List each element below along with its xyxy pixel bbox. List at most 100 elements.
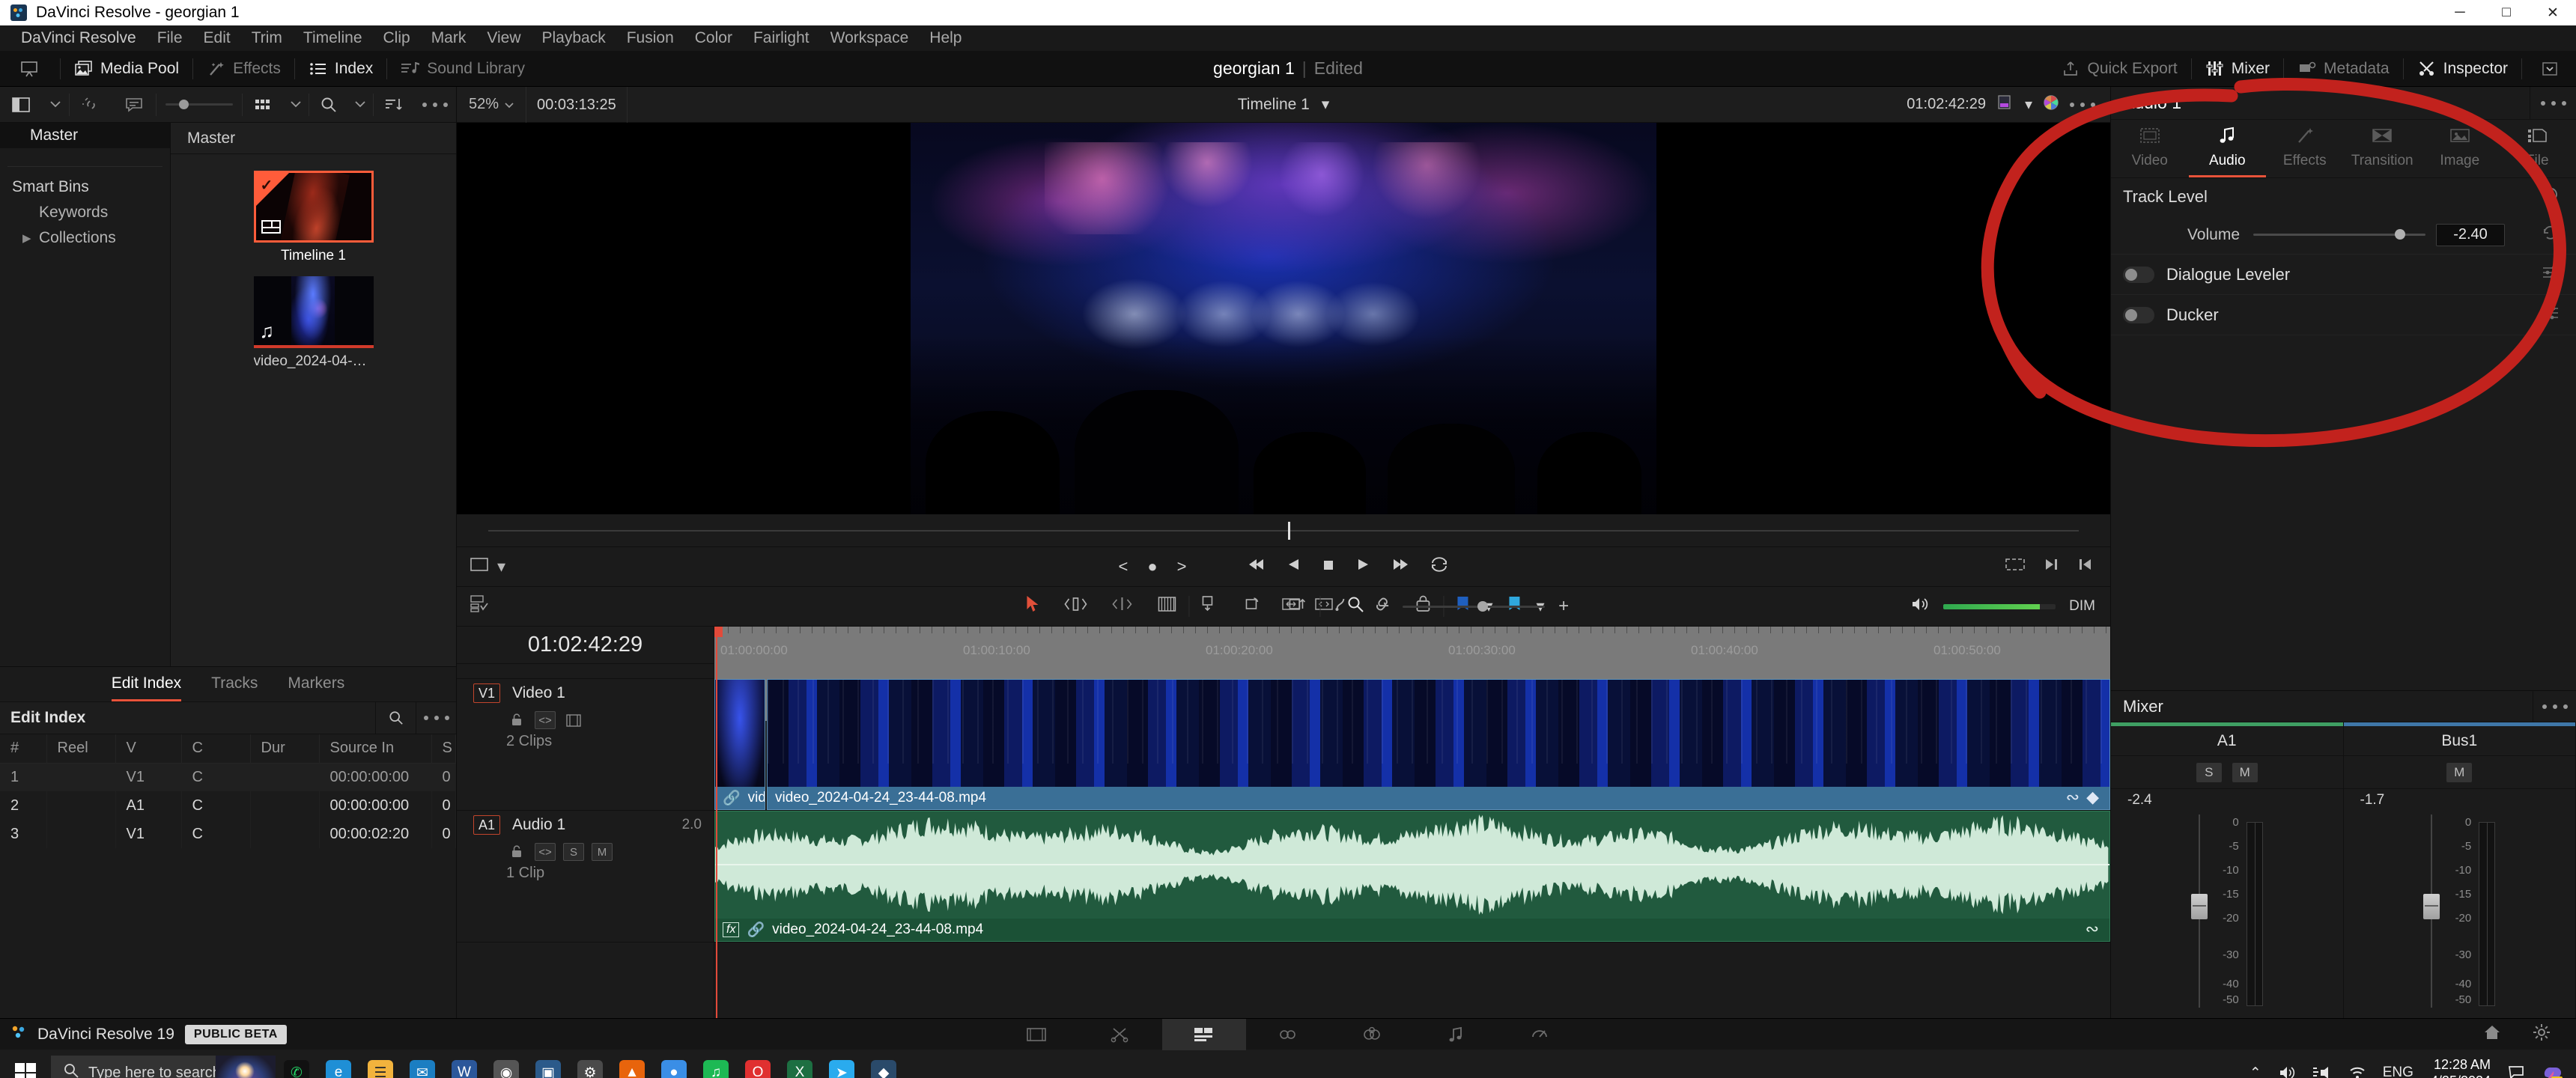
strip-name[interactable]: A1 [2111,726,2343,756]
mute-button[interactable]: M [592,843,613,861]
page-button-edit[interactable] [1162,1018,1246,1050]
taskbar-app-excel[interactable]: X [779,1050,821,1078]
column-header-s[interactable]: S [431,734,456,764]
clip-speed-icon[interactable]: ∾ [2086,919,2099,939]
timeline-ruler[interactable]: 01:00:00:00 01:00:10:00 01:00:20:00 01:0… [714,627,2110,721]
inspector-tab-transition[interactable]: Transition [2344,120,2422,177]
play-reverse-button[interactable] [1286,557,1302,576]
viewer-options-icon[interactable] [2070,102,2095,107]
inspector-tab-effects[interactable]: Effects [2266,120,2344,177]
taskbar-app-spotify[interactable]: ♫ [695,1050,737,1078]
meet-icon[interactable] [2304,1050,2340,1078]
media-pool-options-icon[interactable] [414,87,456,123]
add-keyframe-icon[interactable] [2542,186,2560,208]
scrubber-playhead[interactable] [1288,522,1290,540]
ducker-toggle[interactable] [2123,306,2154,323]
taskbar-app-davinci-resolve[interactable]: ◆ [863,1050,905,1078]
dialogue-leveler-settings-icon[interactable] [2542,264,2560,285]
timeline-clip-audio[interactable]: fx 🔗 video_2024-04-24_23-44-08.mp4 ∾ [714,811,2110,942]
inspector-options-icon[interactable] [2530,87,2576,120]
toolbar-button-sound-library[interactable]: Sound Library [389,51,537,87]
viewer-layout-icon[interactable] [470,557,488,576]
unlink-clips-icon[interactable] [70,87,113,123]
search-chevron-icon[interactable] [348,87,374,123]
track-name-audio-1[interactable]: Audio 1 [512,816,565,834]
stop-button[interactable] [1322,557,1335,576]
column-header-reel[interactable]: Reel [46,734,116,764]
taskbar-app-settings-app[interactable]: ⚙ [569,1050,611,1078]
media-thumbnail-video-clip[interactable]: ♫ video_2024-04-24... [253,276,374,370]
menu-item-edit[interactable]: Edit [193,25,241,51]
column-header-num[interactable]: # [0,734,47,764]
inspector-tab-image[interactable]: Image [2421,120,2499,177]
taskbar-app-mail[interactable]: ✉ [401,1050,443,1078]
column-header-source-in[interactable]: Source In [319,734,432,764]
track-badge-v1[interactable]: V1 [473,683,500,703]
timeline-view-options-icon[interactable] [470,595,490,618]
viewer-layout-chevron-icon[interactable]: ▾ [497,557,505,576]
mixer-strip-a1[interactable]: A1 S M -2.4 0 -5 -10 -15 -20 -30 -40 -50 [2111,722,2344,1018]
toolbar-button-metadata[interactable]: Metadata [2285,51,2402,87]
flag-icon[interactable] [1320,596,1361,617]
taskbar-app-word[interactable]: W [443,1050,485,1078]
toolbar-button-layout-presets[interactable] [2524,51,2576,87]
mark-out-icon[interactable] [2043,557,2059,576]
timeline-playhead[interactable] [714,627,723,1018]
jump-to-end-button[interactable] [1391,557,1410,576]
table-row[interactable]: 2 A1 C 00:00:00:00 0 [0,791,456,820]
toolbar-button-quick-export[interactable]: Quick Export [2049,51,2189,87]
strip-name[interactable]: Bus1 [2343,726,2575,756]
timeline-clip-video-a[interactable]: 🔗 vide... [714,679,765,810]
volume-icon[interactable] [2270,1050,2304,1078]
tab-tracks[interactable]: Tracks [211,667,258,701]
video-enable-icon[interactable] [563,711,584,729]
trim-edit-mode-icon[interactable] [1052,596,1099,617]
solo-button[interactable]: S [563,843,584,861]
wifi-icon[interactable] [2340,1050,2375,1078]
taskbar-app-file-explorer[interactable]: ☰ [359,1050,401,1078]
notification-icon[interactable] [2500,1050,2534,1078]
column-header-v[interactable]: V [115,734,182,764]
tab-edit-index[interactable]: Edit Index [111,667,182,701]
toolbar-button-viewer-toggle[interactable] [0,51,58,87]
timeline-zoom-slider[interactable] [1403,600,1546,612]
toolbar-button-effects[interactable]: Effects [195,51,293,87]
taskbar-app-whatsapp[interactable]: ✆ [276,1050,318,1078]
bin-item-master[interactable]: Master [0,123,170,148]
edit-index-options-icon[interactable] [416,701,456,734]
taskbar-search-box[interactable]: Type here to search [51,1056,276,1078]
sort-order-icon[interactable] [374,87,414,123]
audio-monitor-icon[interactable] [1910,596,1930,617]
viewer-zoom-control[interactable]: 52% [457,87,526,123]
clip-speed-icon[interactable]: ∾ [2066,788,2080,807]
taskbar-app-edge[interactable]: e [318,1050,359,1078]
window-maximize-button[interactable]: □ [2483,0,2530,25]
prev-keyframe-icon[interactable]: < [1118,557,1128,576]
menu-item-workspace[interactable]: Workspace [820,25,920,51]
page-button-color[interactable] [1330,1019,1414,1050]
inspector-toggle-dialogue-leveler[interactable]: Dialogue Leveler [2111,255,2576,295]
menu-item-file[interactable]: File [147,25,193,51]
taskbar-app-telegram[interactable]: ➤ [821,1050,863,1078]
dim-audio-button[interactable]: DIM [2069,598,2095,615]
column-header-c[interactable]: C [181,734,251,764]
thumbnail-size-slider[interactable] [165,100,233,109]
flag-clip-icon[interactable] [1233,595,1276,618]
auto-select-icon[interactable]: <> [535,843,556,861]
menu-item-davinci-resolve[interactable]: DaVinci Resolve [10,25,147,51]
menu-item-color[interactable]: Color [684,25,743,51]
toolbar-button-inspector[interactable]: Inspector [2405,51,2520,87]
view-options-chevron-icon[interactable] [42,87,69,123]
page-button-media[interactable] [994,1019,1078,1050]
taskbar-app-opera[interactable]: O [737,1050,779,1078]
menu-item-trim[interactable]: Trim [241,25,293,51]
safe-area-icon[interactable] [2005,557,2025,576]
inspector-toggle-ducker[interactable]: Ducker [2111,295,2576,335]
snapping-icon[interactable] [1189,595,1233,618]
dynamic-trim-icon[interactable] [1099,596,1145,617]
menu-item-fairlight[interactable]: Fairlight [743,25,820,51]
grid-view-icon[interactable] [243,87,283,123]
taskbar-app-vlc[interactable]: ▲ [611,1050,653,1078]
selection-tool-icon[interactable] [1013,595,1052,618]
track-name-video-1[interactable]: Video 1 [512,684,565,702]
